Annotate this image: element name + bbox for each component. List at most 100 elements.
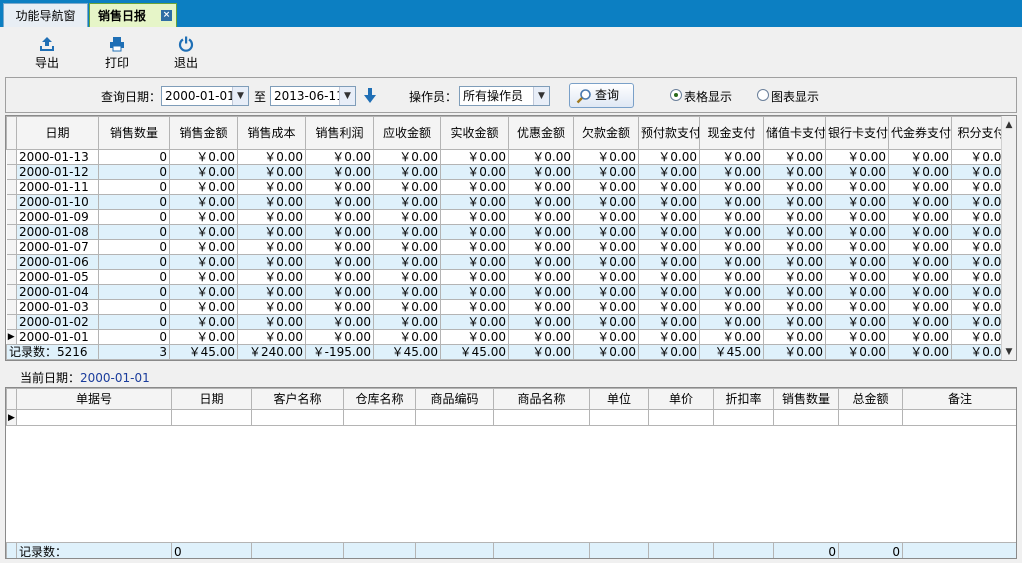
column-header[interactable]: 总金额 <box>838 388 903 410</box>
exit-label: 退出 <box>173 56 198 70</box>
table-cell: ￥0.00 <box>825 179 889 195</box>
column-header[interactable]: 优惠金额 <box>508 116 574 150</box>
table-cell[interactable] <box>16 409 172 426</box>
column-header[interactable]: 备注 <box>902 388 1016 410</box>
table-cell: ￥0.00 <box>573 164 639 180</box>
current-row-icon[interactable]: ▶ <box>6 329 17 345</box>
table-row[interactable]: ▶ <box>6 409 1016 426</box>
table-cell: ￥0.00 <box>573 194 639 210</box>
table-row[interactable]: 2000-01-12 0 ￥0.00 ￥0.00 ￥0.00 ￥0.00 ￥0.00 ￥0.0… <box>6 164 1012 180</box>
view-chart-radio[interactable] <box>757 89 769 101</box>
print-label: 打印 <box>104 56 129 70</box>
date-to-select[interactable]: 2013-06-11 ▼ <box>270 86 356 106</box>
table-cell[interactable] <box>415 409 494 426</box>
export-button[interactable]: 导出 <box>25 36 69 71</box>
column-header[interactable]: 实收金额 <box>440 116 509 150</box>
arrow-down-icon[interactable] <box>364 88 376 104</box>
column-header[interactable]: 欠款金额 <box>573 116 639 150</box>
column-header[interactable]: 代金券支付 <box>888 116 952 150</box>
column-header[interactable]: 销售利润 <box>305 116 374 150</box>
table-row[interactable]: 2000-01-08 0 ￥0.00 ￥0.00 ￥0.00 ￥0.00 ￥0.00 ￥0.0… <box>6 224 1012 240</box>
chevron-down-icon[interactable]: ▼ <box>339 87 355 105</box>
table-cell: ￥0.00 <box>888 254 952 270</box>
row-indicator[interactable] <box>6 224 17 240</box>
row-indicator[interactable] <box>6 209 17 225</box>
table-cell: 0 <box>98 179 170 195</box>
column-header[interactable]: 销售数量 <box>98 116 170 150</box>
table-cell: ￥0.00 <box>440 269 509 285</box>
column-header[interactable]: 商品编码 <box>415 388 494 410</box>
table-cell[interactable] <box>493 409 590 426</box>
column-header[interactable]: 折扣率 <box>713 388 774 410</box>
table-cell[interactable] <box>713 409 774 426</box>
row-indicator[interactable] <box>6 179 17 195</box>
column-header[interactable]: 仓库名称 <box>343 388 416 410</box>
table-cell: ￥0.00 <box>638 179 700 195</box>
column-header[interactable]: 单价 <box>648 388 714 410</box>
table-row[interactable]: 2000-01-09 0 ￥0.00 ￥0.00 ￥0.00 ￥0.00 ￥0.00 ￥0.0… <box>6 209 1012 225</box>
table-row[interactable]: 2000-01-06 0 ￥0.00 ￥0.00 ￥0.00 ￥0.00 ￥0.00 ￥0.0… <box>6 254 1012 270</box>
column-header[interactable]: 银行卡支付 <box>825 116 889 150</box>
table-cell[interactable] <box>251 409 344 426</box>
row-indicator[interactable] <box>6 149 17 165</box>
row-indicator[interactable] <box>6 269 17 285</box>
table-cell[interactable] <box>838 409 903 426</box>
table-row[interactable]: 2000-01-02 0 ￥0.00 ￥0.00 ￥0.00 ￥0.00 ￥0.00 ￥0.0… <box>6 314 1012 330</box>
column-header[interactable]: 现金支付 <box>699 116 764 150</box>
row-indicator[interactable] <box>6 284 17 300</box>
table-cell[interactable] <box>343 409 416 426</box>
row-indicator[interactable] <box>6 254 17 270</box>
operator-select[interactable]: 所有操作员 ▼ <box>459 86 550 106</box>
column-header[interactable]: 储值卡支付 <box>763 116 826 150</box>
current-row-icon[interactable]: ▶ <box>6 409 17 426</box>
print-button[interactable]: 打印 <box>95 36 139 71</box>
column-header[interactable]: 日期 <box>171 388 252 410</box>
close-icon[interactable]: × <box>161 10 172 21</box>
scroll-up-icon[interactable]: ▲ <box>1002 118 1016 132</box>
exit-button[interactable]: 退出 <box>164 36 208 71</box>
table-cell[interactable] <box>589 409 649 426</box>
column-header[interactable]: 日期 <box>16 116 99 150</box>
table-row[interactable]: 2000-01-05 0 ￥0.00 ￥0.00 ￥0.00 ￥0.00 ￥0.00 ￥0.0… <box>6 269 1012 285</box>
table-cell: 2000-01-11 <box>16 179 99 195</box>
table-row[interactable]: 2000-01-10 0 ￥0.00 ￥0.00 ￥0.00 ￥0.00 ￥0.00 ￥0.0… <box>6 194 1012 210</box>
table-cell[interactable] <box>902 409 1016 426</box>
table-row[interactable]: 2000-01-13 0 ￥0.00 ￥0.00 ￥0.00 ￥0.00 ￥0.00 ￥0.0… <box>6 149 1012 165</box>
table-row[interactable]: 2000-01-04 0 ￥0.00 ￥0.00 ￥0.00 ￥0.00 ￥0.00 ￥0.0… <box>6 284 1012 300</box>
column-header[interactable]: 预付款支付 <box>638 116 700 150</box>
chevron-down-icon[interactable]: ▼ <box>232 87 248 105</box>
column-header[interactable]: 商品名称 <box>493 388 590 410</box>
scroll-down-icon[interactable]: ▼ <box>1002 345 1016 359</box>
row-indicator[interactable] <box>6 299 17 315</box>
column-header[interactable]: 销售数量 <box>773 388 839 410</box>
table-row[interactable]: 2000-01-11 0 ￥0.00 ￥0.00 ￥0.00 ￥0.00 ￥0.00 ￥0.0… <box>6 179 1012 195</box>
table-row[interactable]: ▶ 2000-01-01 0 ￥0.00 ￥0.00 ￥0.00 ￥0.00 ￥0.00 ￥0.… <box>6 329 1012 345</box>
tab-sales-daily[interactable]: 销售日报 × <box>89 3 177 27</box>
tab-navigation[interactable]: 功能导航窗口 <box>3 3 88 47</box>
table-row[interactable]: 2000-01-07 0 ￥0.00 ￥0.00 ￥0.00 ￥0.00 ￥0.00 ￥0.0… <box>6 239 1012 255</box>
column-header[interactable]: 应收金额 <box>373 116 441 150</box>
summary-scrollbar[interactable]: ▲ ▼ <box>1001 116 1016 360</box>
table-cell: ￥0.00 <box>573 179 639 195</box>
chevron-down-icon[interactable]: ▼ <box>533 87 549 105</box>
row-indicator[interactable] <box>6 164 17 180</box>
column-header[interactable]: 单位 <box>589 388 649 410</box>
column-header[interactable]: 客户名称 <box>251 388 344 410</box>
table-cell[interactable] <box>648 409 714 426</box>
summary-table: 日期 销售数量 销售金额 销售成本 销售利润 应收金额 实收金额 优惠金额 欠款金额 预付款支付现… <box>6 116 1012 360</box>
date-from-select[interactable]: 2000-01-01 ▼ <box>161 86 249 106</box>
row-indicator[interactable] <box>6 194 17 210</box>
column-header[interactable]: 销售成本 <box>237 116 306 150</box>
table-cell[interactable] <box>773 409 839 426</box>
table-cell[interactable] <box>171 409 252 426</box>
table-cell: ￥0.00 <box>237 224 306 240</box>
search-button[interactable]: 查询 <box>569 83 634 108</box>
column-header[interactable]: 销售金额 <box>169 116 238 150</box>
view-table-radio[interactable] <box>670 89 682 101</box>
table-row[interactable]: 2000-01-03 0 ￥0.00 ￥0.00 ￥0.00 ￥0.00 ￥0.00 ￥0.0… <box>6 299 1012 315</box>
export-label: 导出 <box>34 56 59 70</box>
row-indicator[interactable] <box>6 239 17 255</box>
row-indicator[interactable] <box>6 314 17 330</box>
table-cell: ￥0.00 <box>638 239 700 255</box>
column-header[interactable]: 单据号 <box>16 388 172 410</box>
